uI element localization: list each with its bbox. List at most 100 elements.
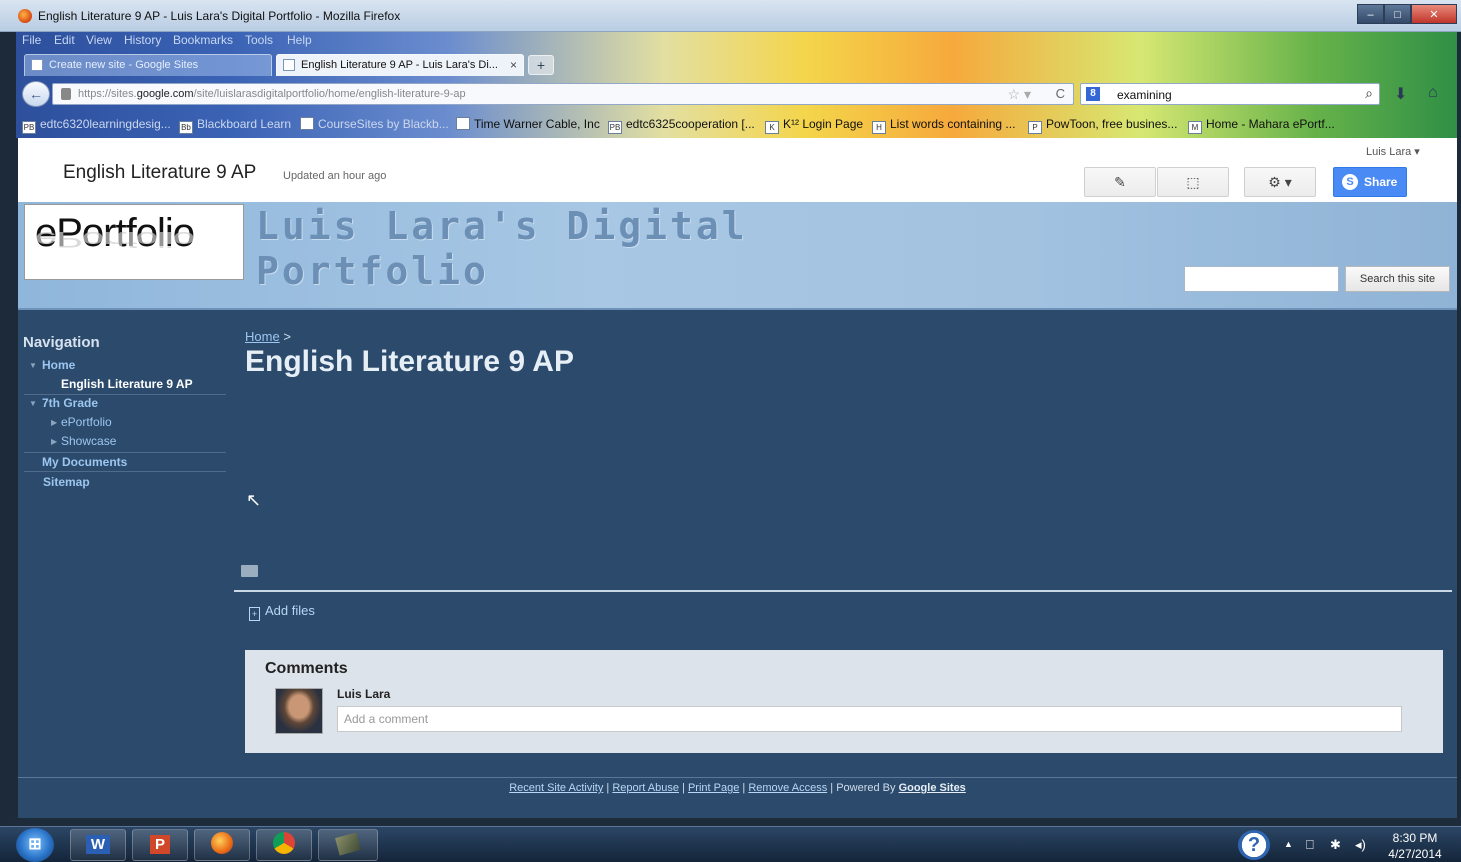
sidebar-item-english-literature[interactable]: English Literature 9 AP xyxy=(61,377,193,391)
commenter-name: Luis Lara xyxy=(337,687,391,701)
url-bar[interactable]: https://sites.google.com/site/luislarasd… xyxy=(52,83,1074,105)
menu-tools[interactable]: Tools xyxy=(245,33,273,47)
tab-create-new-site[interactable]: Create new site - Google Sites xyxy=(24,54,272,76)
powerpoint-icon: P xyxy=(149,835,170,854)
tab-label: English Literature 9 AP - Luis Lara's Di… xyxy=(301,59,498,71)
network-icon[interactable]: ⎕ xyxy=(1306,837,1314,853)
download-icon[interactable]: ⬇ xyxy=(1394,84,1407,104)
settings-button[interactable]: ⚙ ▾ xyxy=(1244,167,1316,197)
logo-reflection: ePortfolio xyxy=(35,226,194,251)
bookmark-item[interactable]: H List words containing ... xyxy=(872,117,1015,134)
url-text: https://sites.google.com/site/luislarasd… xyxy=(78,88,466,100)
collapsed-arrow-icon[interactable]: ▶ xyxy=(51,418,57,427)
sidebar-item-7th-grade[interactable]: 7th Grade xyxy=(42,396,98,410)
expand-arrow-icon[interactable]: ▼ xyxy=(29,399,37,408)
new-page-button[interactable]: ⬚ xyxy=(1157,167,1229,197)
site-logo[interactable]: ePortfolio ePortfolio xyxy=(24,204,244,280)
share-globe-icon: S xyxy=(1342,174,1358,190)
page-icon xyxy=(283,59,295,71)
volume-icon[interactable]: ◂) xyxy=(1355,837,1366,853)
report-abuse-link[interactable]: Report Abuse xyxy=(612,782,679,794)
bookmark-icon xyxy=(300,117,314,130)
browser-search-value[interactable]: examining xyxy=(1117,88,1172,102)
search-icon[interactable]: ⌕ xyxy=(1365,85,1373,102)
breadcrumb-home-link[interactable]: Home xyxy=(245,329,280,344)
comment-input[interactable] xyxy=(337,706,1402,732)
menu-history[interactable]: History xyxy=(124,33,161,47)
sidebar-item-showcase[interactable]: Showcase xyxy=(61,434,116,448)
add-files-link[interactable]: + Add files xyxy=(249,603,315,621)
sidebar-item-eportfolio[interactable]: ePortfolio xyxy=(61,415,112,429)
maximize-button[interactable]: □ xyxy=(1384,4,1411,24)
tab-strip: Create new site - Google Sites English L… xyxy=(16,52,1457,78)
bookmarks-toolbar: PB edtc6320learningdesig... Bb Blackboard … xyxy=(16,113,1457,135)
tab-english-literature[interactable]: English Literature 9 AP - Luis Lara's Di… xyxy=(276,54,524,76)
menu-bookmarks[interactable]: Bookmarks xyxy=(173,33,233,47)
menu-help[interactable]: Help xyxy=(287,33,312,47)
bookmark-item[interactable]: K K¹² Login Page xyxy=(765,117,863,134)
share-label: Share xyxy=(1364,175,1398,189)
window-title: English Literature 9 AP - Luis Lara's Di… xyxy=(38,9,401,23)
search-site-button[interactable]: Search this site xyxy=(1345,266,1450,292)
powered-by-label: Powered By xyxy=(836,782,896,794)
add-files-label: Add files xyxy=(265,603,315,618)
window-frame-bottom xyxy=(10,818,1461,826)
taskbar-word-button[interactable]: W xyxy=(70,829,126,861)
help-icon[interactable]: ? xyxy=(1238,830,1270,860)
print-page-link[interactable]: Print Page xyxy=(688,782,739,794)
share-button[interactable]: S Share xyxy=(1333,167,1407,197)
home-icon[interactable]: ⌂ xyxy=(1428,84,1438,102)
browser-search-bar[interactable]: 8 examining ⌕ xyxy=(1080,83,1380,105)
bookmark-item[interactable]: Bb Blackboard Learn xyxy=(179,117,291,134)
menu-file[interactable]: File xyxy=(22,33,41,47)
sidebar-divider xyxy=(24,394,226,395)
tray-app-icon[interactable]: ✱ xyxy=(1330,837,1341,853)
bookmark-item[interactable]: CourseSites by Blackb... xyxy=(300,117,449,131)
site-search-input[interactable] xyxy=(1184,266,1339,292)
bookmark-item[interactable]: PB edtc6325cooperation [... xyxy=(608,117,755,134)
minimize-button[interactable]: – xyxy=(1357,4,1384,24)
bookmark-item[interactable]: M Home - Mahara ePortf... xyxy=(1188,117,1335,134)
edit-page-button[interactable]: ✎ xyxy=(1084,167,1156,197)
collapsed-arrow-icon[interactable]: ▶ xyxy=(51,437,57,446)
bookmark-star-icon[interactable]: ☆ ▾ xyxy=(1008,86,1031,103)
taskbar-powerpoint-button[interactable]: P xyxy=(132,829,188,861)
tab-close-icon[interactable]: × xyxy=(510,55,517,75)
chrome-icon xyxy=(273,832,295,854)
comments-heading: Comments xyxy=(265,660,348,677)
google-sites-link[interactable]: Google Sites xyxy=(899,782,966,794)
bookmark-item[interactable]: Time Warner Cable, Inc xyxy=(456,117,600,131)
navigation-heading: Navigation xyxy=(23,334,100,351)
taskbar-app-button[interactable] xyxy=(318,829,378,861)
new-tab-button[interactable]: + xyxy=(528,55,554,75)
reload-icon[interactable]: C xyxy=(1056,86,1065,101)
sidebar-item-sitemap[interactable]: Sitemap xyxy=(43,475,90,489)
bookmark-item[interactable]: PB edtc6320learningdesig... xyxy=(22,117,171,134)
window-title-bar[interactable]: English Literature 9 AP - Luis Lara's Di… xyxy=(0,0,1461,32)
sidebar-item-my-documents[interactable]: My Documents xyxy=(42,455,127,469)
clock-date[interactable]: 4/27/2014 xyxy=(1380,847,1450,861)
updated-timestamp: Updated an hour ago xyxy=(283,170,387,182)
bookmark-item[interactable]: P PowToon, free busines... xyxy=(1028,117,1177,134)
remove-access-link[interactable]: Remove Access xyxy=(748,782,827,794)
site-title[interactable]: Luis Lara's Digital Portfolio xyxy=(256,204,776,294)
menu-view[interactable]: View xyxy=(86,33,112,47)
new-page-icon: ⬚ xyxy=(1186,174,1200,190)
user-menu[interactable]: Luis Lara ▾ xyxy=(1366,145,1420,158)
sidebar-item-home[interactable]: Home xyxy=(42,358,75,372)
taskbar-firefox-button[interactable] xyxy=(194,829,250,861)
tray-expand-icon[interactable]: ▲ xyxy=(1284,839,1293,849)
back-button[interactable]: ← xyxy=(22,81,50,107)
recent-site-activity-link[interactable]: Recent Site Activity xyxy=(509,782,603,794)
menu-edit[interactable]: Edit xyxy=(54,33,75,47)
bookmark-icon: K xyxy=(765,121,779,134)
start-button[interactable]: ⊞ xyxy=(16,828,54,862)
taskbar-chrome-button[interactable] xyxy=(256,829,312,861)
app-icon xyxy=(335,832,361,856)
clock-time[interactable]: 8:30 PM xyxy=(1380,831,1450,845)
search-engine-icon[interactable]: 8 xyxy=(1086,87,1100,101)
pencil-icon: ✎ xyxy=(1114,174,1126,190)
expand-arrow-icon[interactable]: ▼ xyxy=(29,361,37,370)
avatar xyxy=(275,688,323,734)
close-window-button[interactable]: ✕ xyxy=(1411,4,1457,24)
